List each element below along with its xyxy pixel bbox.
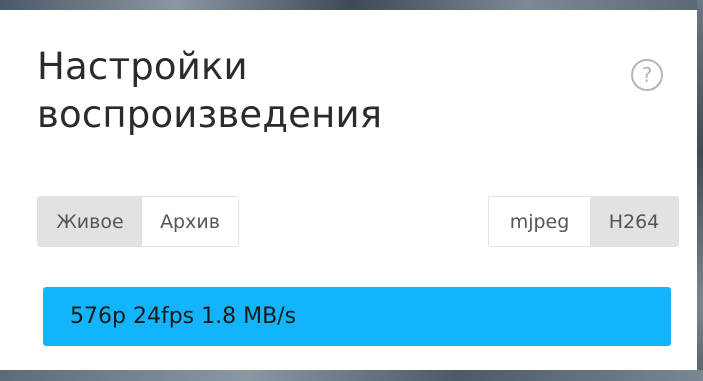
background-video-top bbox=[0, 0, 703, 10]
background-video-right bbox=[697, 0, 703, 381]
mode-live-button[interactable]: Живое bbox=[38, 197, 142, 246]
codec-toggle: mjpeg H264 bbox=[488, 196, 679, 247]
stream-quality-button[interactable]: 576p 24fps 1.8 MB/s bbox=[43, 287, 671, 346]
codec-h264-button[interactable]: H264 bbox=[590, 197, 678, 246]
help-icon[interactable]: ? bbox=[631, 59, 663, 91]
background-video-bottom bbox=[0, 370, 703, 381]
stream-quality-label: 576p 24fps 1.8 MB/s bbox=[70, 304, 297, 329]
dialog-title: Настройки воспроизведения bbox=[37, 45, 383, 136]
playback-settings-dialog: Настройки воспроизведения ? Живое Архив … bbox=[0, 10, 697, 370]
codec-mjpeg-button[interactable]: mjpeg bbox=[489, 197, 590, 246]
mode-toggle: Живое Архив bbox=[37, 196, 239, 247]
mode-archive-button[interactable]: Архив bbox=[142, 197, 238, 246]
